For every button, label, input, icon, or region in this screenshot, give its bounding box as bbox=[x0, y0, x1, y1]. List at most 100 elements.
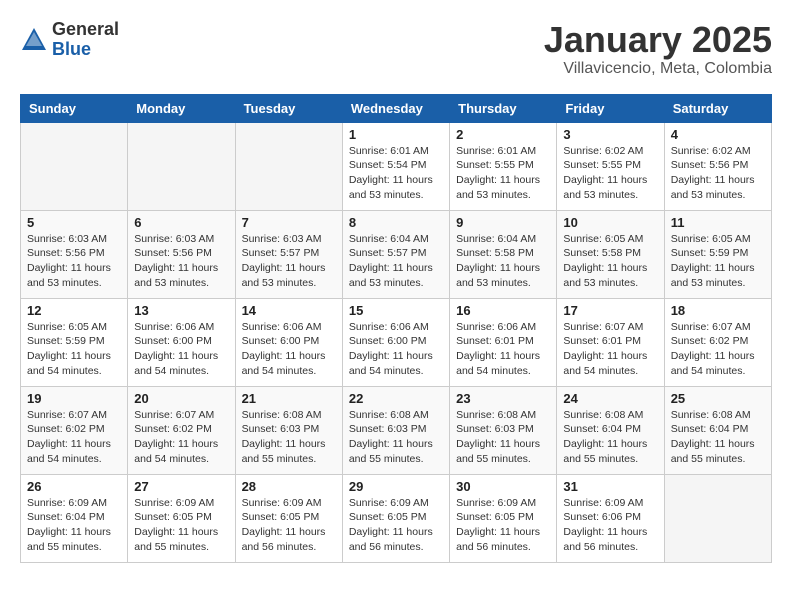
calendar-cell: 31 Sunrise: 6:09 AM Sunset: 6:06 PM Dayli… bbox=[557, 474, 664, 562]
calendar-cell: 6Sunrise: 6:03 AM Sunset: 5:56 PM Daylig… bbox=[128, 210, 235, 298]
day-number: 31 bbox=[563, 479, 657, 494]
day-info: Sunrise: 6:09 AM Sunset: 6:05 PM Dayligh… bbox=[456, 496, 550, 555]
calendar-week-row: 19Sunrise: 6:07 AM Sunset: 6:02 PM Dayli… bbox=[21, 386, 772, 474]
weekday-header: Tuesday bbox=[235, 94, 342, 122]
calendar-cell: 19Sunrise: 6:07 AM Sunset: 6:02 PM Dayli… bbox=[21, 386, 128, 474]
day-info: Sunrise: 6:01 AM Sunset: 5:54 PM Dayligh… bbox=[349, 144, 443, 203]
page-header: General Blue January 2025 Villavicencio,… bbox=[20, 20, 772, 78]
logo: General Blue bbox=[20, 20, 119, 60]
logo-general: General bbox=[52, 20, 119, 40]
day-info: Sunrise: 6:09 AM Sunset: 6:04 PM Dayligh… bbox=[27, 496, 121, 555]
calendar-cell: 12 Sunrise: 6:05 AM Sunset: 5:59 PM Dayli… bbox=[21, 298, 128, 386]
day-number: 27 bbox=[134, 479, 228, 494]
day-info: Sunrise: 6:01 AM Sunset: 5:55 PM Dayligh… bbox=[456, 144, 550, 203]
day-number: 15 bbox=[349, 303, 443, 318]
day-info: Sunrise: 6:03 AM Sunset: 5:57 PM Dayligh… bbox=[242, 232, 336, 291]
calendar-week-row: 26 Sunrise: 6:09 AM Sunset: 6:04 PM Dayli… bbox=[21, 474, 772, 562]
calendar-week-row: 1Sunrise: 6:01 AM Sunset: 5:54 PM Daylig… bbox=[21, 122, 772, 210]
day-number: 30 bbox=[456, 479, 550, 494]
day-number: 7 bbox=[242, 215, 336, 230]
day-number: 13 bbox=[134, 303, 228, 318]
day-info: Sunrise: 6:03 AM Sunset: 5:56 PM Dayligh… bbox=[27, 232, 121, 291]
calendar-week-row: 5Sunrise: 6:03 AM Sunset: 5:56 PM Daylig… bbox=[21, 210, 772, 298]
calendar: SundayMondayTuesdayWednesdayThursdayFrid… bbox=[20, 94, 772, 563]
calendar-cell: 16 Sunrise: 6:06 AM Sunset: 6:01 PM Dayli… bbox=[450, 298, 557, 386]
day-number: 11 bbox=[671, 215, 765, 230]
calendar-cell bbox=[235, 122, 342, 210]
day-number: 18 bbox=[671, 303, 765, 318]
day-number: 14 bbox=[242, 303, 336, 318]
calendar-cell: 3 Sunrise: 6:02 AM Sunset: 5:55 PM Daylig… bbox=[557, 122, 664, 210]
weekday-header: Thursday bbox=[450, 94, 557, 122]
day-info: Sunrise: 6:06 AM Sunset: 6:01 PM Dayligh… bbox=[456, 320, 550, 379]
calendar-cell: 17 Sunrise: 6:07 AM Sunset: 6:01 PM Dayli… bbox=[557, 298, 664, 386]
calendar-cell: 24Sunrise: 6:08 AM Sunset: 6:04 PM Dayli… bbox=[557, 386, 664, 474]
calendar-cell: 7 Sunrise: 6:03 AM Sunset: 5:57 PM Daylig… bbox=[235, 210, 342, 298]
day-info: Sunrise: 6:07 AM Sunset: 6:02 PM Dayligh… bbox=[134, 408, 228, 467]
day-info: Sunrise: 6:05 AM Sunset: 5:59 PM Dayligh… bbox=[27, 320, 121, 379]
day-info: Sunrise: 6:09 AM Sunset: 6:05 PM Dayligh… bbox=[349, 496, 443, 555]
day-info: Sunrise: 6:08 AM Sunset: 6:04 PM Dayligh… bbox=[671, 408, 765, 467]
calendar-cell bbox=[128, 122, 235, 210]
calendar-cell: 15 Sunrise: 6:06 AM Sunset: 6:00 PM Dayli… bbox=[342, 298, 449, 386]
calendar-cell: 10 Sunrise: 6:05 AM Sunset: 5:58 PM Dayli… bbox=[557, 210, 664, 298]
calendar-cell: 28 Sunrise: 6:09 AM Sunset: 6:05 PM Dayli… bbox=[235, 474, 342, 562]
calendar-cell: 11 Sunrise: 6:05 AM Sunset: 5:59 PM Dayli… bbox=[664, 210, 771, 298]
calendar-cell bbox=[664, 474, 771, 562]
logo-text: General Blue bbox=[52, 20, 119, 60]
day-number: 25 bbox=[671, 391, 765, 406]
weekday-header: Sunday bbox=[21, 94, 128, 122]
calendar-cell: 21 Sunrise: 6:08 AM Sunset: 6:03 PM Dayli… bbox=[235, 386, 342, 474]
calendar-cell: 8Sunrise: 6:04 AM Sunset: 5:57 PM Daylig… bbox=[342, 210, 449, 298]
day-info: Sunrise: 6:07 AM Sunset: 6:02 PM Dayligh… bbox=[27, 408, 121, 467]
day-number: 22 bbox=[349, 391, 443, 406]
day-info: Sunrise: 6:09 AM Sunset: 6:05 PM Dayligh… bbox=[242, 496, 336, 555]
day-info: Sunrise: 6:07 AM Sunset: 6:01 PM Dayligh… bbox=[563, 320, 657, 379]
calendar-cell: 13 Sunrise: 6:06 AM Sunset: 6:00 PM Dayli… bbox=[128, 298, 235, 386]
day-number: 2 bbox=[456, 127, 550, 142]
day-number: 10 bbox=[563, 215, 657, 230]
day-number: 21 bbox=[242, 391, 336, 406]
weekday-header: Monday bbox=[128, 94, 235, 122]
day-number: 26 bbox=[27, 479, 121, 494]
weekday-header: Saturday bbox=[664, 94, 771, 122]
calendar-cell: 4 Sunrise: 6:02 AM Sunset: 5:56 PM Daylig… bbox=[664, 122, 771, 210]
title-block: January 2025 Villavicencio, Meta, Colomb… bbox=[544, 20, 772, 78]
day-info: Sunrise: 6:09 AM Sunset: 6:06 PM Dayligh… bbox=[563, 496, 657, 555]
day-info: Sunrise: 6:06 AM Sunset: 6:00 PM Dayligh… bbox=[349, 320, 443, 379]
day-number: 3 bbox=[563, 127, 657, 142]
day-info: Sunrise: 6:04 AM Sunset: 5:57 PM Dayligh… bbox=[349, 232, 443, 291]
day-info: Sunrise: 6:06 AM Sunset: 6:00 PM Dayligh… bbox=[134, 320, 228, 379]
day-number: 28 bbox=[242, 479, 336, 494]
calendar-cell: 2 Sunrise: 6:01 AM Sunset: 5:55 PM Daylig… bbox=[450, 122, 557, 210]
day-info: Sunrise: 6:05 AM Sunset: 5:59 PM Dayligh… bbox=[671, 232, 765, 291]
day-info: Sunrise: 6:02 AM Sunset: 5:56 PM Dayligh… bbox=[671, 144, 765, 203]
weekday-header-row: SundayMondayTuesdayWednesdayThursdayFrid… bbox=[21, 94, 772, 122]
calendar-cell: 30 Sunrise: 6:09 AM Sunset: 6:05 PM Dayli… bbox=[450, 474, 557, 562]
weekday-header: Friday bbox=[557, 94, 664, 122]
location: Villavicencio, Meta, Colombia bbox=[544, 60, 772, 78]
day-info: Sunrise: 6:09 AM Sunset: 6:05 PM Dayligh… bbox=[134, 496, 228, 555]
day-number: 17 bbox=[563, 303, 657, 318]
calendar-cell bbox=[21, 122, 128, 210]
calendar-cell: 22 Sunrise: 6:08 AM Sunset: 6:03 PM Dayli… bbox=[342, 386, 449, 474]
calendar-cell: 29Sunrise: 6:09 AM Sunset: 6:05 PM Dayli… bbox=[342, 474, 449, 562]
logo-icon bbox=[20, 26, 48, 54]
calendar-cell: 23Sunrise: 6:08 AM Sunset: 6:03 PM Dayli… bbox=[450, 386, 557, 474]
day-number: 4 bbox=[671, 127, 765, 142]
calendar-week-row: 12 Sunrise: 6:05 AM Sunset: 5:59 PM Dayli… bbox=[21, 298, 772, 386]
day-info: Sunrise: 6:08 AM Sunset: 6:03 PM Dayligh… bbox=[349, 408, 443, 467]
weekday-header: Wednesday bbox=[342, 94, 449, 122]
day-info: Sunrise: 6:05 AM Sunset: 5:58 PM Dayligh… bbox=[563, 232, 657, 291]
day-number: 16 bbox=[456, 303, 550, 318]
day-info: Sunrise: 6:06 AM Sunset: 6:00 PM Dayligh… bbox=[242, 320, 336, 379]
calendar-cell: 26 Sunrise: 6:09 AM Sunset: 6:04 PM Dayli… bbox=[21, 474, 128, 562]
calendar-cell: 1Sunrise: 6:01 AM Sunset: 5:54 PM Daylig… bbox=[342, 122, 449, 210]
day-info: Sunrise: 6:08 AM Sunset: 6:03 PM Dayligh… bbox=[242, 408, 336, 467]
calendar-cell: 14 Sunrise: 6:06 AM Sunset: 6:00 PM Dayli… bbox=[235, 298, 342, 386]
day-info: Sunrise: 6:02 AM Sunset: 5:55 PM Dayligh… bbox=[563, 144, 657, 203]
calendar-cell: 9Sunrise: 6:04 AM Sunset: 5:58 PM Daylig… bbox=[450, 210, 557, 298]
day-number: 12 bbox=[27, 303, 121, 318]
day-number: 23 bbox=[456, 391, 550, 406]
day-number: 20 bbox=[134, 391, 228, 406]
